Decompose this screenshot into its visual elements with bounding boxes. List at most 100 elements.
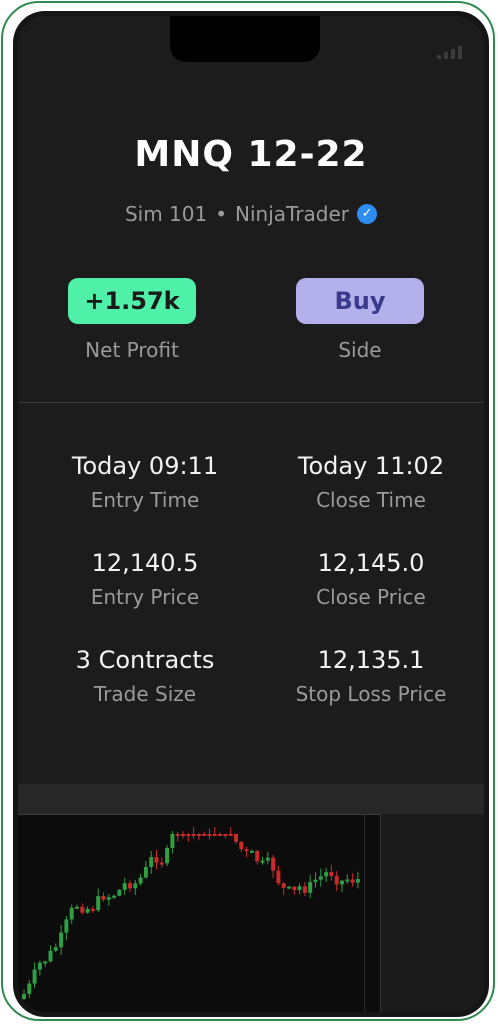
candle-body: [292, 886, 297, 891]
candle-body: [234, 834, 238, 842]
candle-body: [212, 834, 217, 836]
net-profit-badge: +1.57k: [68, 278, 196, 324]
candle-body: [37, 962, 42, 970]
candle-body: [149, 857, 154, 867]
net-profit-label: Net Profit: [85, 338, 179, 362]
candle-body: [75, 906, 79, 909]
candle-body: [324, 872, 329, 877]
candle-body: [355, 878, 360, 883]
candle-body: [80, 906, 85, 913]
order-panel: [380, 814, 484, 1012]
candle-body: [223, 834, 228, 836]
candle-body: [239, 841, 244, 850]
trade-size-stat: 3 Contracts Trade Size: [30, 646, 260, 706]
entry-price-label: Entry Price: [90, 585, 200, 609]
candle-body: [106, 897, 111, 900]
close-price-label: Close Price: [316, 585, 426, 609]
candle-body: [159, 862, 164, 865]
candle-body: [43, 961, 48, 964]
candle-body: [90, 908, 95, 911]
candle-body: [143, 866, 148, 878]
entry-time-stat: Today 09:11 Entry Time: [30, 452, 260, 512]
candle-body: [117, 889, 122, 896]
instrument-title: MNQ 12-22: [134, 134, 368, 175]
candle-body: [218, 834, 223, 836]
candle-body: [260, 860, 265, 863]
candle-body: [271, 857, 276, 871]
candle-body: [191, 834, 196, 836]
candle-body: [334, 876, 339, 885]
candle-body: [53, 947, 58, 951]
notch: [170, 16, 320, 62]
candle-body: [128, 883, 132, 889]
account-line: Sim 101 • NinjaTrader ✓: [18, 202, 484, 226]
candle-body: [186, 834, 191, 836]
chart-toolbar: [18, 784, 484, 815]
candle-body: [122, 883, 127, 890]
candle-body: [138, 877, 143, 884]
entry-price-stat: 12,140.5 Entry Price: [30, 549, 260, 609]
candle-body: [22, 993, 26, 999]
phone-bezel: MNQ 12-22 Sim 101 • NinjaTrader ✓ +1.57k…: [13, 11, 489, 1017]
candle-body: [281, 883, 286, 888]
phone-frame: MNQ 12-22 Sim 101 • NinjaTrader ✓ +1.57k…: [1, 1, 495, 1021]
candle-body: [297, 886, 302, 891]
candle-body: [196, 834, 201, 836]
candlestick-chart: [22, 827, 360, 1000]
side-label: Side: [338, 338, 382, 362]
close-time-label: Close Time: [316, 488, 426, 512]
candle-body: [340, 880, 344, 885]
candle-body: [69, 907, 74, 920]
candle-body: [133, 883, 138, 889]
candle-body: [165, 847, 170, 864]
separator-dot: •: [215, 202, 228, 226]
close-price-stat: 12,145.0 Close Price: [256, 549, 484, 609]
candle-body: [308, 882, 313, 893]
candle-body: [59, 932, 64, 948]
candle-body: [101, 896, 106, 900]
candle-body: [244, 849, 249, 852]
candle-body: [255, 850, 260, 862]
close-price-value: 12,145.0: [317, 549, 425, 577]
close-time-stat: Today 11:02 Close Time: [256, 452, 484, 512]
candle-body: [85, 908, 90, 913]
candle-body: [154, 857, 159, 863]
trade-detail-screen: MNQ 12-22 Sim 101 • NinjaTrader ✓ +1.57k…: [18, 16, 484, 1012]
candle-body: [313, 879, 318, 883]
account-name: Sim 101: [124, 202, 208, 226]
entry-time-value: Today 09:11: [71, 452, 219, 480]
candle-body: [48, 950, 53, 962]
entry-time-label: Entry Time: [90, 488, 200, 512]
trade-chart-screenshot: [18, 784, 484, 1012]
candle-body: [276, 870, 281, 884]
verified-check-icon: ✓: [357, 204, 378, 224]
candle-body: [64, 919, 69, 933]
side-badge: Buy: [296, 278, 424, 324]
candle-body: [318, 876, 323, 880]
candle-body: [249, 850, 254, 853]
candle-body: [345, 879, 350, 882]
stop-loss-label: Stop Loss Price: [295, 682, 447, 706]
candle-body: [27, 983, 32, 994]
candle-body: [175, 834, 180, 836]
candle-body: [287, 886, 291, 889]
candle-body: [32, 969, 37, 984]
trade-size-label: Trade Size: [93, 682, 197, 706]
candle-body: [96, 896, 101, 911]
candle-body: [170, 834, 175, 848]
price-axis: [364, 814, 379, 1012]
divider: [18, 402, 484, 403]
candle-body: [350, 879, 355, 883]
stop-loss-stat: 12,135.1 Stop Loss Price: [256, 646, 484, 706]
candle-body: [202, 834, 207, 836]
signal-bars-icon: [437, 46, 462, 59]
candle-body: [265, 857, 270, 861]
close-time-value: Today 11:02: [297, 452, 445, 480]
platform-name: NinjaTrader: [235, 202, 350, 226]
entry-price-value: 12,140.5: [91, 549, 199, 577]
candle-body: [207, 834, 212, 836]
candle-body: [181, 834, 185, 836]
candle-body: [112, 895, 117, 898]
candle-body: [228, 834, 233, 836]
candle-body: [329, 872, 334, 877]
